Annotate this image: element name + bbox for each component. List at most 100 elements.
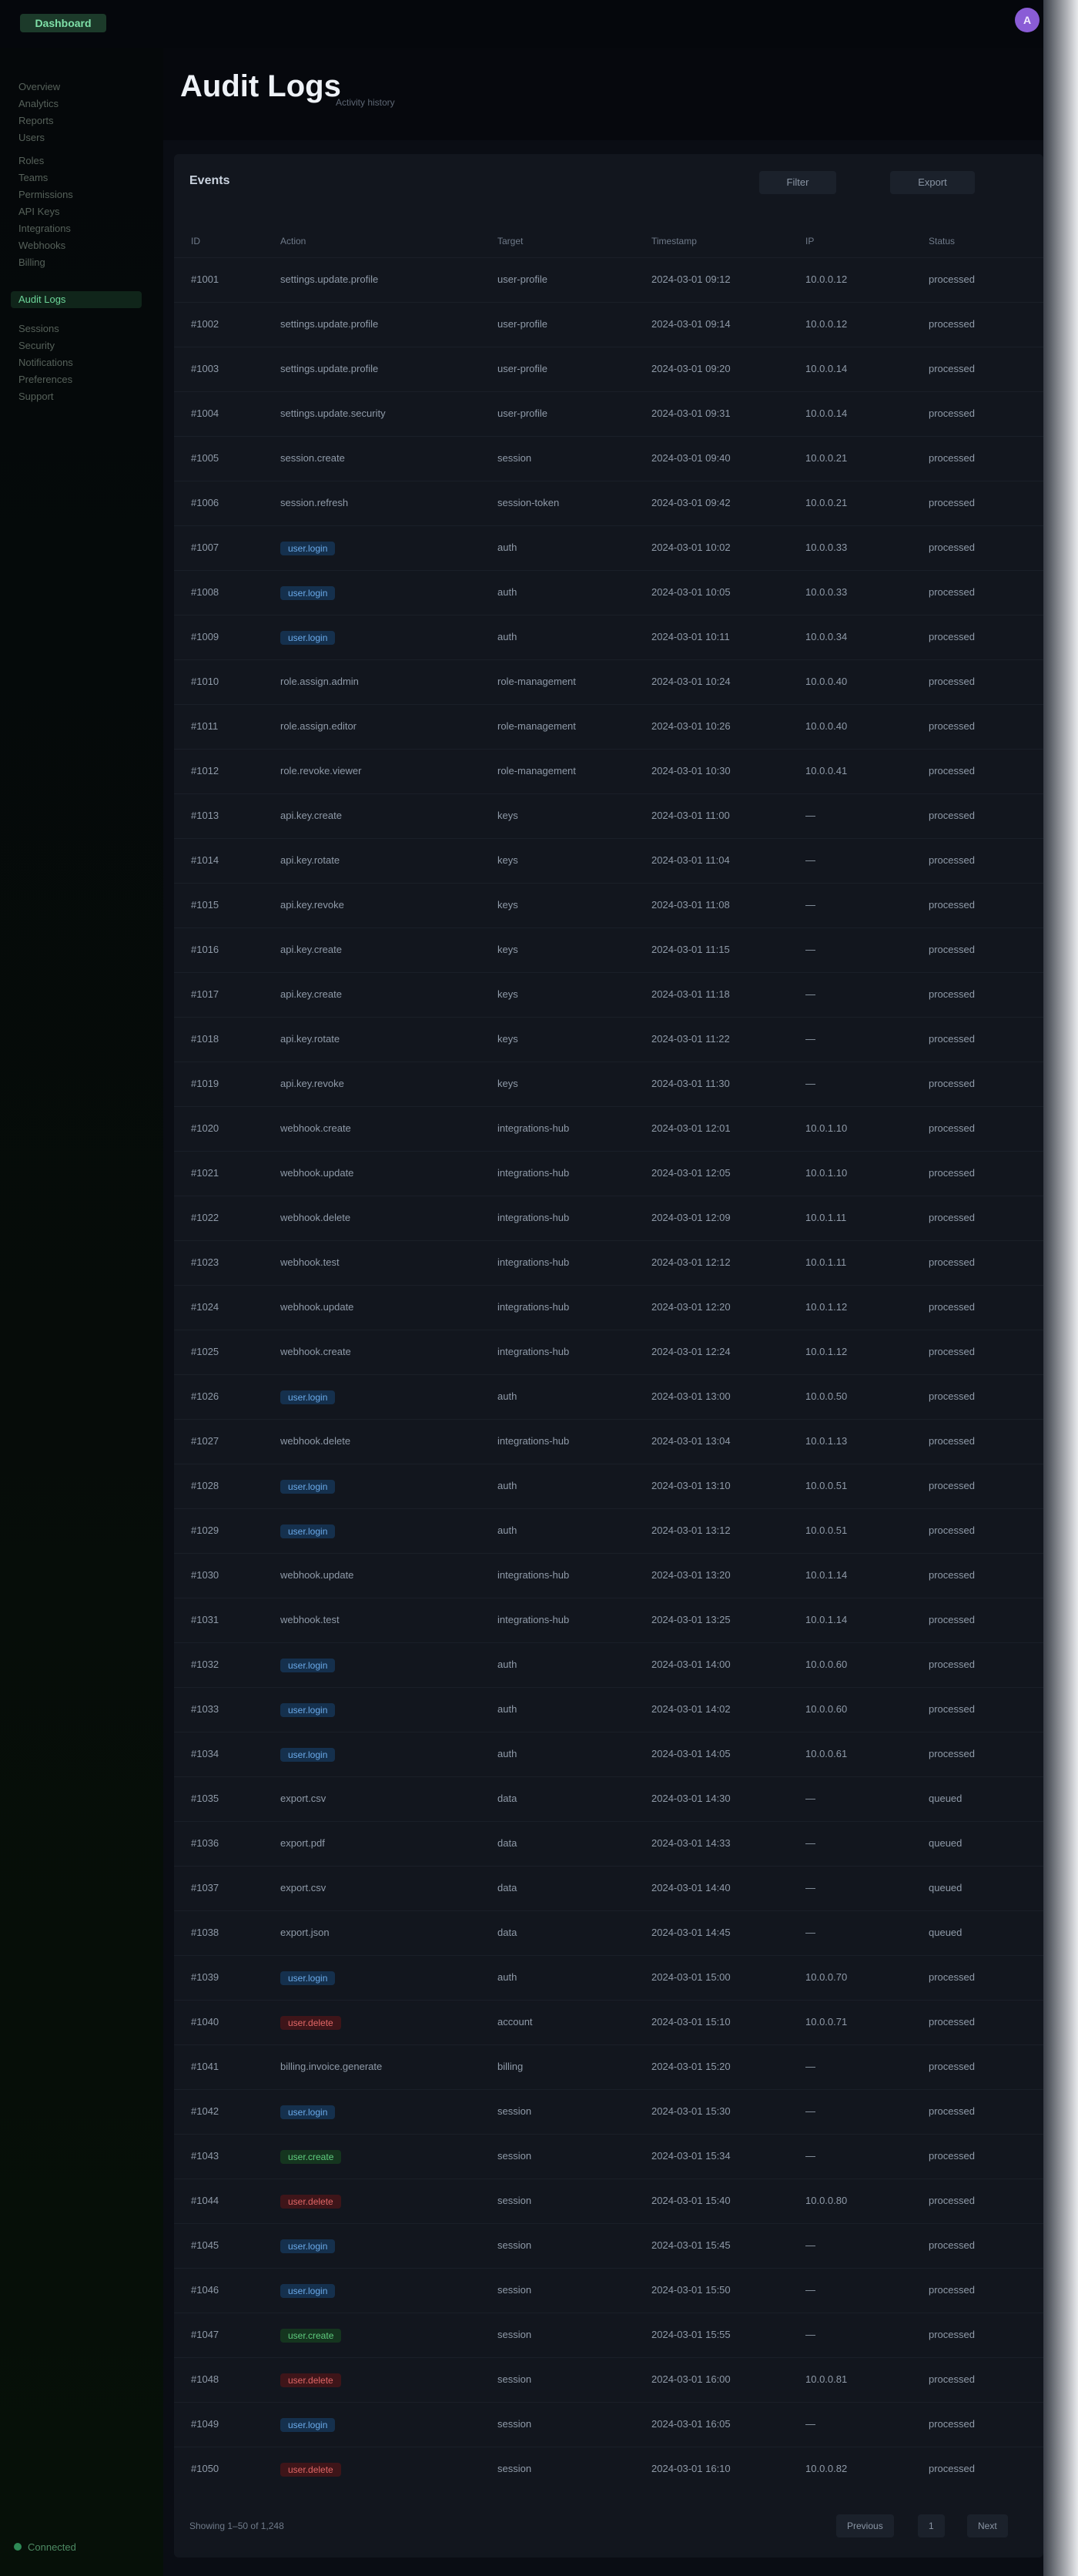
action-badge: user.delete: [280, 2195, 341, 2209]
export-button[interactable]: Export: [890, 171, 975, 194]
table-row[interactable]: #1047 user.create session 2024-03-01 15:55 —…: [174, 2313, 1043, 2357]
avatar[interactable]: A: [1015, 8, 1040, 32]
window-scrollbar[interactable]: [1043, 0, 1078, 2576]
table-row[interactable]: #1039 user.login auth 2024-03-01 15:00 10.0.…: [174, 1955, 1043, 2000]
sidebar-item-webhooks[interactable]: Webhooks: [18, 237, 65, 254]
sidebar-item-teams[interactable]: Teams: [18, 169, 48, 186]
table-row[interactable]: #1044 user.delete session 2024-03-01 15:40 1…: [174, 2179, 1043, 2223]
event-timestamp: 2024-03-01 14:45: [651, 1927, 731, 1938]
sidebar-item-sessions[interactable]: Sessions: [18, 320, 59, 337]
table-row[interactable]: #1031 webhook.test integrations-hub 2024-03…: [174, 1598, 1043, 1642]
sidebar-item-api-keys[interactable]: API Keys: [18, 203, 59, 220]
table-row[interactable]: #1004 settings.update.security user-profil…: [174, 391, 1043, 436]
prev-page-button[interactable]: Previous: [836, 2514, 894, 2537]
table-row[interactable]: #1023 webhook.test integrations-hub 2024-03…: [174, 1240, 1043, 1285]
table-row[interactable]: #1003 settings.update.profile user-profile…: [174, 347, 1043, 391]
event-action: webhook.update: [280, 1167, 354, 1179]
table-row[interactable]: #1043 user.create session 2024-03-01 15:34 —…: [174, 2134, 1043, 2179]
column-header-id[interactable]: ID: [191, 236, 200, 247]
current-page-button[interactable]: 1: [918, 2514, 945, 2537]
sidebar-item-billing[interactable]: Billing: [18, 254, 45, 271]
table-row[interactable]: #1040 user.delete account 2024-03-01 15:10 1…: [174, 2000, 1043, 2044]
table-row[interactable]: #1001 settings.update.profile user-profile…: [174, 257, 1043, 302]
table-row[interactable]: #1024 webhook.update integrations-hub 2024-…: [174, 1285, 1043, 1330]
table-row[interactable]: #1041 billing.invoice.generate billing 2024…: [174, 2044, 1043, 2089]
event-status: processed: [929, 586, 975, 598]
event-action-cell: user.login: [280, 542, 473, 555]
event-action: settings.update.profile: [280, 273, 379, 285]
table-row[interactable]: #1011 role.assign.editor role-management 20…: [174, 704, 1043, 749]
table-row[interactable]: #1010 role.assign.admin role-management 202…: [174, 659, 1043, 704]
table-row[interactable]: #1049 user.login session 2024-03-01 16:05 — p…: [174, 2402, 1043, 2447]
filter-button[interactable]: Filter: [759, 171, 836, 194]
sidebar-item-preferences[interactable]: Preferences: [18, 371, 72, 388]
table-row[interactable]: #1033 user.login auth 2024-03-01 14:02 10.0.…: [174, 1687, 1043, 1732]
column-header-status[interactable]: Status: [929, 236, 955, 247]
table-row[interactable]: #1029 user.login auth 2024-03-01 13:12 10.0.…: [174, 1508, 1043, 1553]
table-row[interactable]: #1015 api.key.revoke keys 2024-03-01 11:08 —…: [174, 883, 1043, 927]
sidebar-item-support[interactable]: Support: [18, 388, 54, 405]
table-row[interactable]: #1016 api.key.create keys 2024-03-01 11:15 —…: [174, 927, 1043, 972]
connection-status: Connected: [14, 2534, 76, 2561]
event-target: session: [497, 2150, 532, 2162]
table-row[interactable]: #1032 user.login auth 2024-03-01 14:00 10.0.…: [174, 1642, 1043, 1687]
table-row[interactable]: #1037 export.csv data 2024-03-01 14:40 — queu…: [174, 1866, 1043, 1910]
brand-logo[interactable]: Dashboard: [20, 14, 106, 32]
event-target: session: [497, 2105, 532, 2117]
column-header-timestamp[interactable]: Timestamp: [651, 236, 697, 247]
event-target: auth: [497, 1971, 517, 1983]
table-row[interactable]: #1025 webhook.create integrations-hub 2024-…: [174, 1330, 1043, 1374]
sidebar-item-reports[interactable]: Reports: [18, 112, 54, 129]
table-row[interactable]: #1012 role.revoke.viewer role-management 20…: [174, 749, 1043, 793]
table-row[interactable]: #1050 user.delete session 2024-03-01 16:10 1…: [174, 2447, 1043, 2491]
event-target: auth: [497, 1524, 517, 1536]
table-row[interactable]: #1036 export.pdf data 2024-03-01 14:33 — queu…: [174, 1821, 1043, 1866]
table-row[interactable]: #1046 user.login session 2024-03-01 15:50 — p…: [174, 2268, 1043, 2313]
next-page-button[interactable]: Next: [967, 2514, 1008, 2537]
event-timestamp: 2024-03-01 14:33: [651, 1837, 731, 1849]
table-row[interactable]: #1006 session.refresh session-token 2024-03…: [174, 481, 1043, 525]
sidebar-item-audit-logs[interactable]: Audit Logs: [11, 291, 142, 308]
sidebar-item-integrations[interactable]: Integrations: [18, 220, 71, 237]
table-row[interactable]: #1013 api.key.create keys 2024-03-01 11:00 —…: [174, 793, 1043, 838]
table-row[interactable]: #1020 webhook.create integrations-hub 2024-…: [174, 1106, 1043, 1151]
table-row[interactable]: #1045 user.login session 2024-03-01 15:45 — p…: [174, 2223, 1043, 2268]
sidebar-item-users[interactable]: Users: [18, 129, 45, 146]
table-row[interactable]: #1028 user.login auth 2024-03-01 13:10 10.0.…: [174, 1464, 1043, 1508]
event-status: queued: [929, 1927, 962, 1938]
sidebar-item-analytics[interactable]: Analytics: [18, 96, 59, 112]
event-id: #1024: [191, 1301, 219, 1313]
table-row[interactable]: #1034 user.login auth 2024-03-01 14:05 10.0.…: [174, 1732, 1043, 1776]
event-target: integrations-hub: [497, 1301, 570, 1313]
table-row[interactable]: #1007 user.login auth 2024-03-01 10:02 10.0.…: [174, 525, 1043, 570]
column-header-ip[interactable]: IP: [805, 236, 814, 247]
sidebar-item-overview[interactable]: Overview: [18, 79, 60, 96]
sidebar-item-security[interactable]: Security: [18, 337, 55, 354]
table-row[interactable]: #1035 export.csv data 2024-03-01 14:30 — queu…: [174, 1776, 1043, 1821]
column-header-target[interactable]: Target: [497, 236, 523, 247]
connection-status-label: Connected: [28, 2541, 76, 2553]
table-row[interactable]: #1008 user.login auth 2024-03-01 10:05 10.0.…: [174, 570, 1043, 615]
table-row[interactable]: #1026 user.login auth 2024-03-01 13:00 10.0.…: [174, 1374, 1043, 1419]
table-row[interactable]: #1038 export.json data 2024-03-01 14:45 — que…: [174, 1910, 1043, 1955]
table-row[interactable]: #1030 webhook.update integrations-hub 2024-…: [174, 1553, 1043, 1598]
event-id: #1021: [191, 1167, 219, 1179]
sidebar-item-notifications[interactable]: Notifications: [18, 354, 73, 371]
table-row[interactable]: #1009 user.login auth 2024-03-01 10:11 10.0.…: [174, 615, 1043, 659]
sidebar-item-permissions[interactable]: Permissions: [18, 186, 73, 203]
sidebar-item-roles[interactable]: Roles: [18, 153, 44, 169]
table-row[interactable]: #1005 session.create session 2024-03-01 09:…: [174, 436, 1043, 481]
table-row[interactable]: #1022 webhook.delete integrations-hub 2024-…: [174, 1196, 1043, 1240]
event-ip: 10.0.0.33: [805, 542, 848, 553]
table-row[interactable]: #1042 user.login session 2024-03-01 15:30 — p…: [174, 2089, 1043, 2134]
event-ip: 10.0.1.12: [805, 1346, 848, 1357]
table-row[interactable]: #1014 api.key.rotate keys 2024-03-01 11:04 —…: [174, 838, 1043, 883]
table-row[interactable]: #1048 user.delete session 2024-03-01 16:00 1…: [174, 2357, 1043, 2402]
table-row[interactable]: #1027 webhook.delete integrations-hub 2024-…: [174, 1419, 1043, 1464]
table-row[interactable]: #1021 webhook.update integrations-hub 2024-…: [174, 1151, 1043, 1196]
table-row[interactable]: #1019 api.key.revoke keys 2024-03-01 11:30 —…: [174, 1062, 1043, 1106]
table-row[interactable]: #1002 settings.update.profile user-profile…: [174, 302, 1043, 347]
table-row[interactable]: #1018 api.key.rotate keys 2024-03-01 11:22 —…: [174, 1017, 1043, 1062]
table-row[interactable]: #1017 api.key.create keys 2024-03-01 11:18 —…: [174, 972, 1043, 1017]
column-header-action[interactable]: Action: [280, 236, 306, 247]
